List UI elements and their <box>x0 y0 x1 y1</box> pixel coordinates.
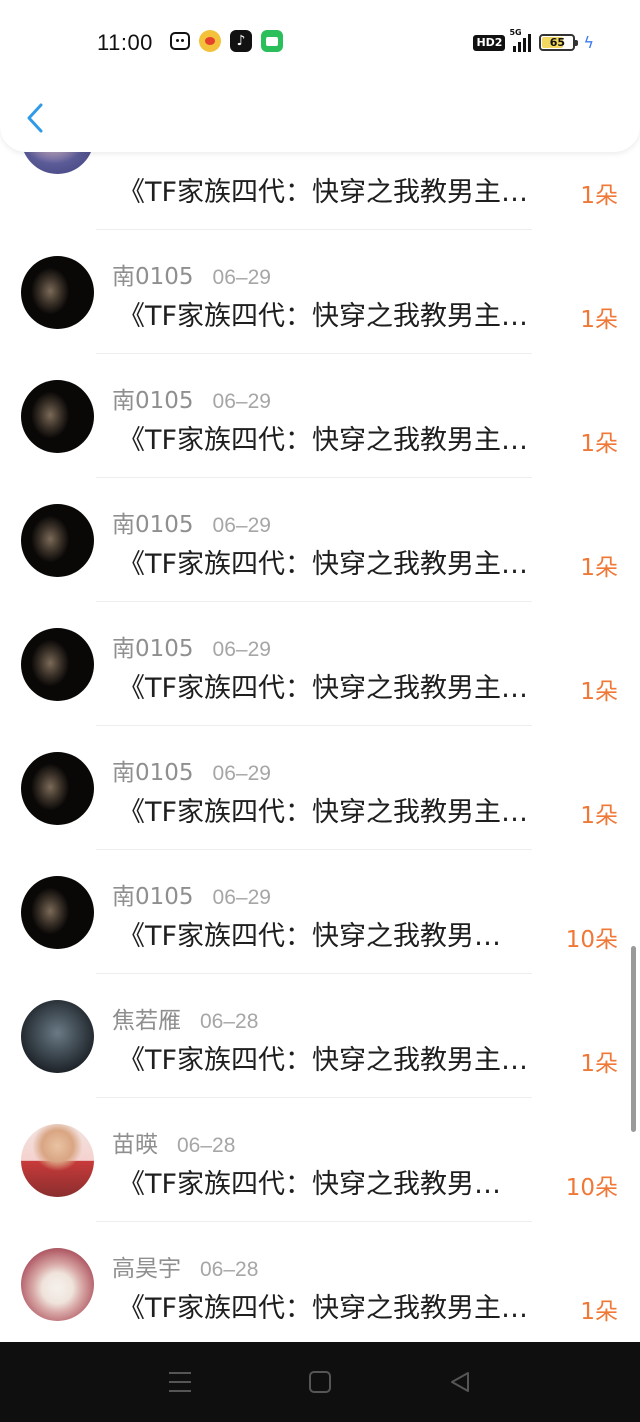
user-name: 焦若雁 <box>112 1008 181 1034</box>
book-title: 《TF家族四代：快穿之我教男主… <box>118 797 529 828</box>
system-back-button[interactable] <box>440 1362 480 1402</box>
home-button[interactable] <box>300 1362 340 1402</box>
flower-count: 10朵 <box>565 1175 618 1201</box>
battery-level: 65 <box>549 36 566 49</box>
gift-date: 06–28 <box>200 1258 259 1281</box>
gift-date: 06–28 <box>200 1010 259 1033</box>
flower-count: 1朵 <box>580 307 618 333</box>
book-title: 《TF家族四代：快穿之我教男主… <box>118 549 529 580</box>
home-icon <box>309 1371 331 1393</box>
signal-icon: 5G <box>509 28 532 52</box>
book-title: 《TF家族四代：快穿之我教男… <box>118 921 502 952</box>
book-title: 《TF家族四代：快穿之我教男主… <box>118 425 529 456</box>
hd-badge: HD2 <box>473 34 506 51</box>
gift-date: 06–28 <box>177 1134 236 1157</box>
flower-count: 10朵 <box>565 927 618 953</box>
list-item[interactable]: 苗暎 06–28 《TF家族四代：快穿之我教男… 10朵 <box>0 1098 640 1222</box>
list-item[interactable]: 南0105 06–29 《TF家族四代：快穿之我教男主… 1朵 <box>0 478 640 602</box>
avatar[interactable] <box>21 380 94 453</box>
user-name: 南0105 <box>112 388 194 414</box>
back-triangle-icon <box>451 1372 469 1392</box>
flower-count: 1朵 <box>580 1299 618 1325</box>
flower-count: 1朵 <box>580 183 618 209</box>
user-name: 南0105 <box>112 636 194 662</box>
list-item[interactable]: 南0105 06–29 《TF家族四代：快穿之我教男主… 1朵 <box>0 230 640 354</box>
status-indicators: HD2 5G 65 ϟ <box>473 28 594 52</box>
gift-date: 06–29 <box>212 762 271 785</box>
tiktok-icon: ♪ <box>230 30 252 52</box>
avatar[interactable] <box>21 504 94 577</box>
flower-count: 1朵 <box>580 1051 618 1077</box>
menu-icon <box>169 1372 191 1392</box>
list-item[interactable]: 南0105 06–29 《TF家族四代：快穿之我教男主… 1朵 <box>0 354 640 478</box>
gift-date: 06–29 <box>212 266 271 289</box>
avatar[interactable] <box>21 628 94 701</box>
flower-count: 1朵 <box>580 679 618 705</box>
user-name: 南0105 <box>112 512 194 538</box>
avatar[interactable] <box>21 876 94 949</box>
avatar[interactable] <box>21 752 94 825</box>
user-name: 南0105 <box>112 264 194 290</box>
list-item[interactable]: 南0105 06–29 《TF家族四代：快穿之我教男主… 1朵 <box>0 602 640 726</box>
user-name: 南0105 <box>112 760 194 786</box>
user-name: 高昊宇 <box>112 1256 181 1282</box>
scrollbar[interactable] <box>631 946 636 1132</box>
top-header: 11:00 ♪ HD2 5G 65 ϟ <box>0 0 640 152</box>
weibo-icon <box>199 30 221 52</box>
avatar[interactable] <box>21 1248 94 1321</box>
flower-count: 1朵 <box>580 555 618 581</box>
gift-record-list[interactable]: 《TF家族四代：快穿之我教男主… 1朵 南0105 06–29 《TF家族四代：… <box>0 0 640 1340</box>
gift-date: 06–29 <box>212 638 271 661</box>
book-title: 《TF家族四代：快穿之我教男主… <box>118 177 529 208</box>
status-time: 11:00 <box>97 30 153 55</box>
gift-date: 06–29 <box>212 514 271 537</box>
avatar[interactable] <box>21 256 94 329</box>
avatar[interactable] <box>21 1124 94 1197</box>
book-title: 《TF家族四代：快穿之我教男主… <box>118 673 529 704</box>
list-item[interactable]: 南0105 06–29 《TF家族四代：快穿之我教男… 10朵 <box>0 850 640 974</box>
list-item[interactable]: 高昊宇 06–28 《TF家族四代：快穿之我教男主… 1朵 <box>0 1222 640 1340</box>
book-title: 《TF家族四代：快穿之我教男主… <box>118 301 529 332</box>
flower-count: 1朵 <box>580 431 618 457</box>
book-title: 《TF家族四代：快穿之我教男… <box>118 1169 502 1200</box>
user-name: 南0105 <box>112 884 194 910</box>
list-item[interactable]: 焦若雁 06–28 《TF家族四代：快穿之我教男主… 1朵 <box>0 974 640 1098</box>
back-button[interactable] <box>20 98 50 138</box>
gift-date: 06–29 <box>212 886 271 909</box>
book-title: 《TF家族四代：快穿之我教男主… <box>118 1045 529 1076</box>
gift-date: 06–29 <box>212 390 271 413</box>
message-icon <box>261 30 283 52</box>
notification-icons: ♪ <box>170 30 283 52</box>
chevron-left-icon <box>27 103 43 133</box>
list-item[interactable]: 南0105 06–29 《TF家族四代：快穿之我教男主… 1朵 <box>0 726 640 850</box>
avatar[interactable] <box>21 1000 94 1073</box>
user-name: 苗暎 <box>112 1132 158 1158</box>
system-nav-bar <box>0 1342 640 1422</box>
book-title: 《TF家族四代：快穿之我教男主… <box>118 1293 529 1324</box>
battery-icon: 65 <box>539 34 579 51</box>
bilibili-icon <box>170 32 190 50</box>
charging-icon: ϟ <box>583 33 594 52</box>
network-type: 5G <box>509 27 522 37</box>
menu-button[interactable] <box>160 1362 200 1402</box>
flower-count: 1朵 <box>580 803 618 829</box>
